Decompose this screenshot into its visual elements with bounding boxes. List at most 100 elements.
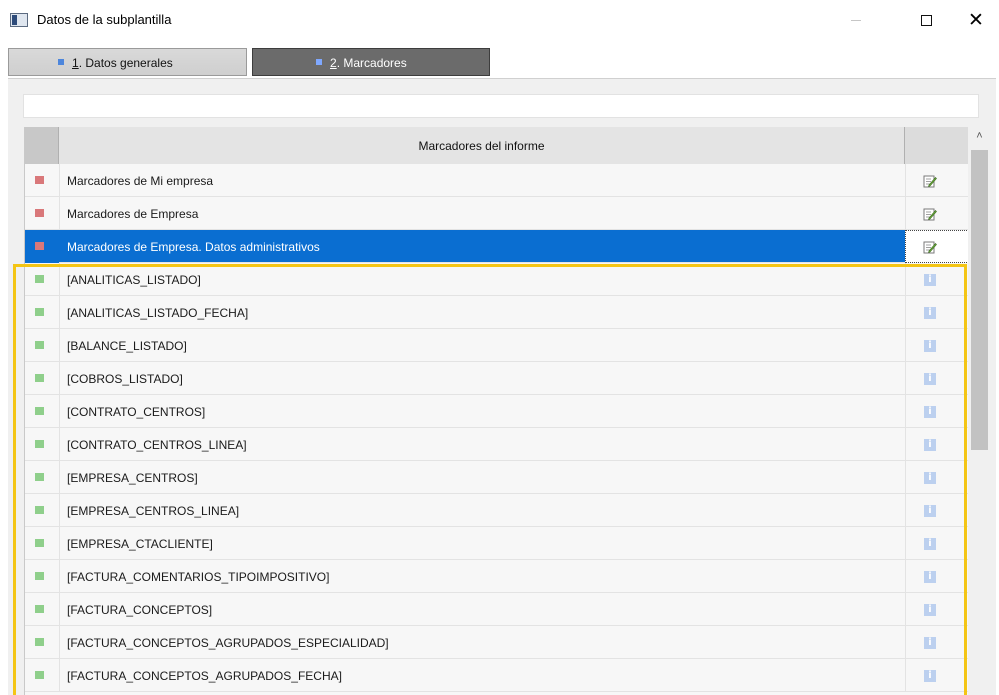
table-row[interactable]: [FACTURA_CONCEPTOS_AGRUPADOS_FECHA] i — [25, 659, 969, 692]
table-row[interactable]: [FACTURA_COMENTARIOS_TIPOIMPOSITIVO] i — [25, 560, 969, 593]
column-header-marcadores[interactable]: Marcadores del informe — [59, 127, 905, 164]
filter-input[interactable] — [23, 94, 979, 118]
green-marker-icon — [35, 638, 44, 646]
cell-divider — [905, 626, 906, 659]
tab-marcadores[interactable]: 2. Marcadores — [252, 48, 490, 76]
table-row[interactable]: Marcadores de Mi empresa — [25, 164, 969, 197]
green-marker-icon — [35, 308, 44, 316]
cell-divider — [59, 593, 60, 626]
maximize-button[interactable] — [903, 4, 949, 36]
cell-divider — [59, 164, 60, 197]
row-label: [FACTURA_COMENTARIOS_TIPOIMPOSITIVO] — [67, 570, 330, 584]
info-icon[interactable]: i — [924, 340, 936, 352]
info-icon[interactable]: i — [924, 472, 936, 484]
table-row[interactable]: [COBROS_LISTADO] i — [25, 362, 969, 395]
cell-divider — [59, 527, 60, 560]
grid-rows: Marcadores de Mi empresa Marcadores de Em… — [25, 164, 969, 692]
table-row[interactable]: [EMPRESA_CENTROS_LINEA] i — [25, 494, 969, 527]
row-label: [COBROS_LISTADO] — [67, 372, 183, 386]
table-row[interactable]: [EMPRESA_CTACLIENTE] i — [25, 527, 969, 560]
cell-divider — [59, 395, 60, 428]
cell-divider — [905, 560, 906, 593]
cell-divider — [905, 296, 906, 329]
scroll-thumb[interactable] — [971, 150, 988, 450]
info-icon[interactable]: i — [924, 670, 936, 682]
row-label: Marcadores de Mi empresa — [67, 174, 214, 188]
table-row[interactable]: [FACTURA_CONCEPTOS_AGRUPADOS_ESPECIALIDA… — [25, 626, 969, 659]
green-marker-icon — [35, 572, 44, 580]
cell-divider — [905, 428, 906, 461]
row-label: [ANALITICAS_LISTADO_FECHA] — [67, 306, 249, 320]
window-title: Datos de la subplantilla — [37, 12, 172, 27]
edit-icon[interactable] — [923, 174, 937, 188]
info-icon[interactable]: i — [924, 538, 936, 550]
close-icon: ✕ — [968, 8, 984, 31]
cell-divider — [59, 560, 60, 593]
info-icon[interactable]: i — [924, 439, 936, 451]
table-row[interactable]: [CONTRATO_CENTROS] i — [25, 395, 969, 428]
green-marker-icon — [35, 440, 44, 448]
row-action-cell — [905, 230, 969, 263]
info-icon[interactable]: i — [924, 274, 936, 286]
green-marker-icon — [35, 506, 44, 514]
green-marker-icon — [35, 275, 44, 283]
table-row[interactable]: [ANALITICAS_LISTADO_FECHA] i — [25, 296, 969, 329]
info-icon[interactable]: i — [924, 373, 936, 385]
cell-divider — [59, 362, 60, 395]
cell-divider — [905, 527, 906, 560]
table-row[interactable]: [FACTURA_CONCEPTOS] i — [25, 593, 969, 626]
edit-icon[interactable] — [923, 240, 937, 254]
row-label: [FACTURA_CONCEPTOS_AGRUPADOS_ESPECIALIDA… — [67, 636, 389, 650]
cell-divider — [59, 659, 60, 692]
table-row[interactable]: Marcadores de Empresa — [25, 197, 969, 230]
green-marker-icon — [35, 671, 44, 679]
row-label: Marcadores de Empresa. Datos administrat… — [67, 240, 320, 254]
cell-divider — [905, 461, 906, 494]
info-icon[interactable]: i — [924, 406, 936, 418]
tab-datos-generales[interactable]: 1. Datos generales — [8, 48, 247, 76]
cell-divider — [59, 461, 60, 494]
cell-divider — [905, 593, 906, 626]
row-label: [CONTRATO_CENTROS_LINEA] — [67, 438, 247, 452]
green-marker-icon — [35, 539, 44, 547]
tab-bar: 1. Datos generales 2. Marcadores — [8, 48, 490, 76]
tab-square-icon — [316, 59, 322, 65]
row-label: [BALANCE_LISTADO] — [67, 339, 187, 353]
info-icon[interactable]: i — [924, 571, 936, 583]
maximize-icon — [920, 14, 932, 26]
tab-square-icon — [58, 59, 64, 65]
title-bar: Datos de la subplantilla ✕ — [0, 0, 999, 40]
row-label: [EMPRESA_CENTROS] — [67, 471, 198, 485]
table-row[interactable]: [BALANCE_LISTADO] i — [25, 329, 969, 362]
info-icon[interactable]: i — [924, 637, 936, 649]
vertical-scrollbar[interactable]: ˄ — [968, 126, 991, 695]
header-indicator-column — [25, 127, 59, 164]
bookmarks-grid: Marcadores del informe Marcadores de Mi … — [24, 127, 969, 695]
table-row[interactable]: [CONTRATO_CENTROS_LINEA] i — [25, 428, 969, 461]
table-row[interactable]: [EMPRESA_CENTROS] i — [25, 461, 969, 494]
minimize-button[interactable] — [833, 4, 879, 36]
cell-divider — [59, 329, 60, 362]
edit-icon[interactable] — [923, 207, 937, 221]
header-action-column — [905, 127, 969, 164]
info-icon[interactable]: i — [924, 307, 936, 319]
info-icon[interactable]: i — [924, 505, 936, 517]
scroll-up-arrow-icon[interactable]: ˄ — [968, 126, 991, 146]
cell-divider — [59, 428, 60, 461]
row-label: [FACTURA_CONCEPTOS_AGRUPADOS_FECHA] — [67, 669, 342, 683]
row-label: [EMPRESA_CENTROS_LINEA] — [67, 504, 240, 518]
grid-header: Marcadores del informe — [25, 127, 969, 164]
content-panel: Marcadores del informe Marcadores de Mi … — [8, 78, 996, 695]
cell-divider — [59, 494, 60, 527]
info-icon[interactable]: i — [924, 604, 936, 616]
row-label: [EMPRESA_CTACLIENTE] — [67, 537, 213, 551]
red-marker-icon — [35, 209, 44, 217]
table-row[interactable]: [ANALITICAS_LISTADO] i — [25, 263, 969, 296]
table-row[interactable]: Marcadores de Empresa. Datos administrat… — [25, 230, 969, 263]
cell-divider — [905, 197, 906, 230]
cell-divider — [905, 362, 906, 395]
row-label: [ANALITICAS_LISTADO] — [67, 273, 201, 287]
row-label: Marcadores de Empresa — [67, 207, 199, 221]
cell-divider — [59, 263, 60, 296]
close-button[interactable]: ✕ — [953, 4, 999, 36]
